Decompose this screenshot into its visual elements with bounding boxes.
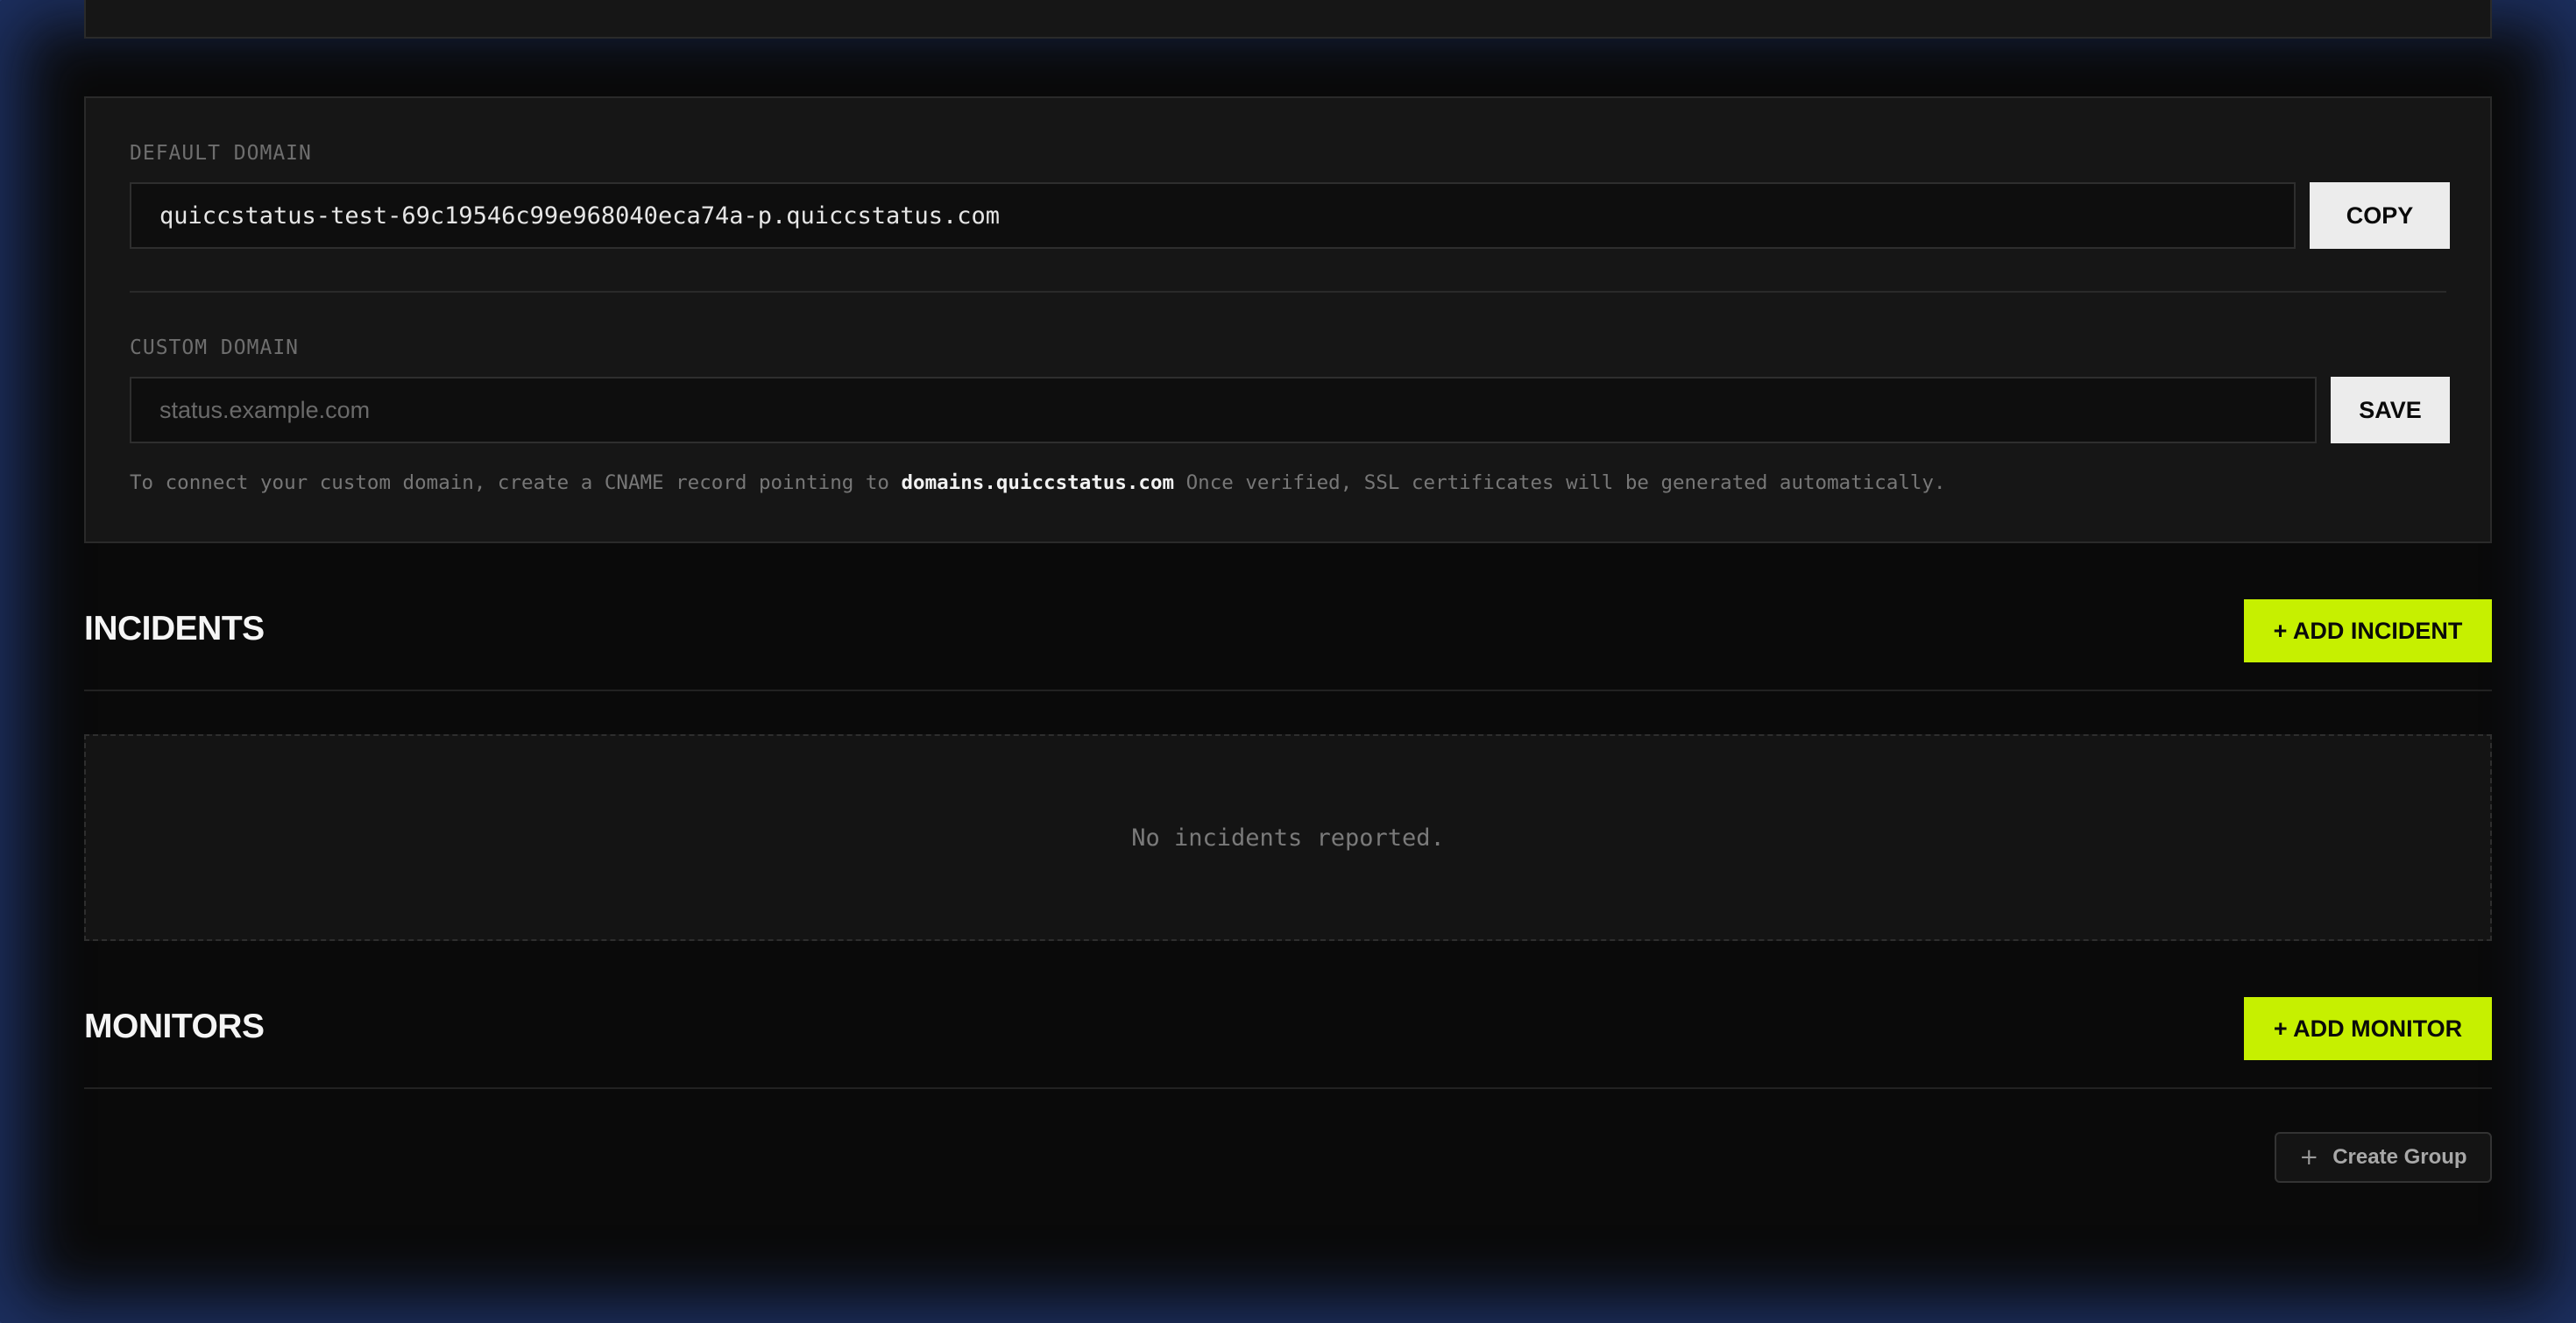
- cname-target: domains.quiccstatus.com: [901, 471, 1175, 494]
- plus-icon: +: [2299, 1144, 2319, 1171]
- default-domain-field[interactable]: quiccstatus-test-69c19546c99e968040eca74…: [130, 182, 2296, 249]
- create-group-button[interactable]: + Create Group: [2275, 1132, 2492, 1183]
- incidents-rule: [84, 690, 2492, 691]
- add-incident-button[interactable]: + ADD INCIDENT: [2244, 599, 2492, 662]
- save-button[interactable]: SAVE: [2331, 377, 2450, 443]
- custom-domain-input[interactable]: status.example.com: [130, 377, 2317, 443]
- incidents-empty-text: No incidents reported.: [1131, 824, 1445, 852]
- app-frame: DEFAULT DOMAIN quiccstatus-test-69c19546…: [0, 0, 2576, 1323]
- card-divider: [130, 291, 2446, 293]
- domain-settings-card: DEFAULT DOMAIN quiccstatus-test-69c19546…: [84, 96, 2492, 543]
- custom-domain-placeholder: status.example.com: [159, 396, 371, 423]
- help-suffix: Once verified, SSL certificates will be …: [1174, 471, 1946, 494]
- custom-domain-label: CUSTOM DOMAIN: [130, 336, 300, 359]
- default-domain-value: quiccstatus-test-69c19546c99e968040eca74…: [159, 202, 1001, 230]
- previous-card: [84, 0, 2492, 39]
- monitors-title: MONITORS: [84, 1008, 265, 1045]
- incidents-title: INCIDENTS: [84, 610, 265, 647]
- add-monitor-button[interactable]: + ADD MONITOR: [2244, 997, 2492, 1060]
- copy-button[interactable]: COPY: [2310, 182, 2450, 249]
- help-prefix: To connect your custom domain, create a …: [130, 471, 902, 494]
- monitors-rule: [84, 1087, 2492, 1089]
- page: DEFAULT DOMAIN quiccstatus-test-69c19546…: [0, 0, 2576, 1323]
- create-group-label: Create Group: [2332, 1145, 2467, 1169]
- cname-help-text: To connect your custom domain, create a …: [130, 471, 1946, 494]
- incidents-empty-state: No incidents reported.: [84, 734, 2492, 941]
- default-domain-label: DEFAULT DOMAIN: [130, 142, 312, 165]
